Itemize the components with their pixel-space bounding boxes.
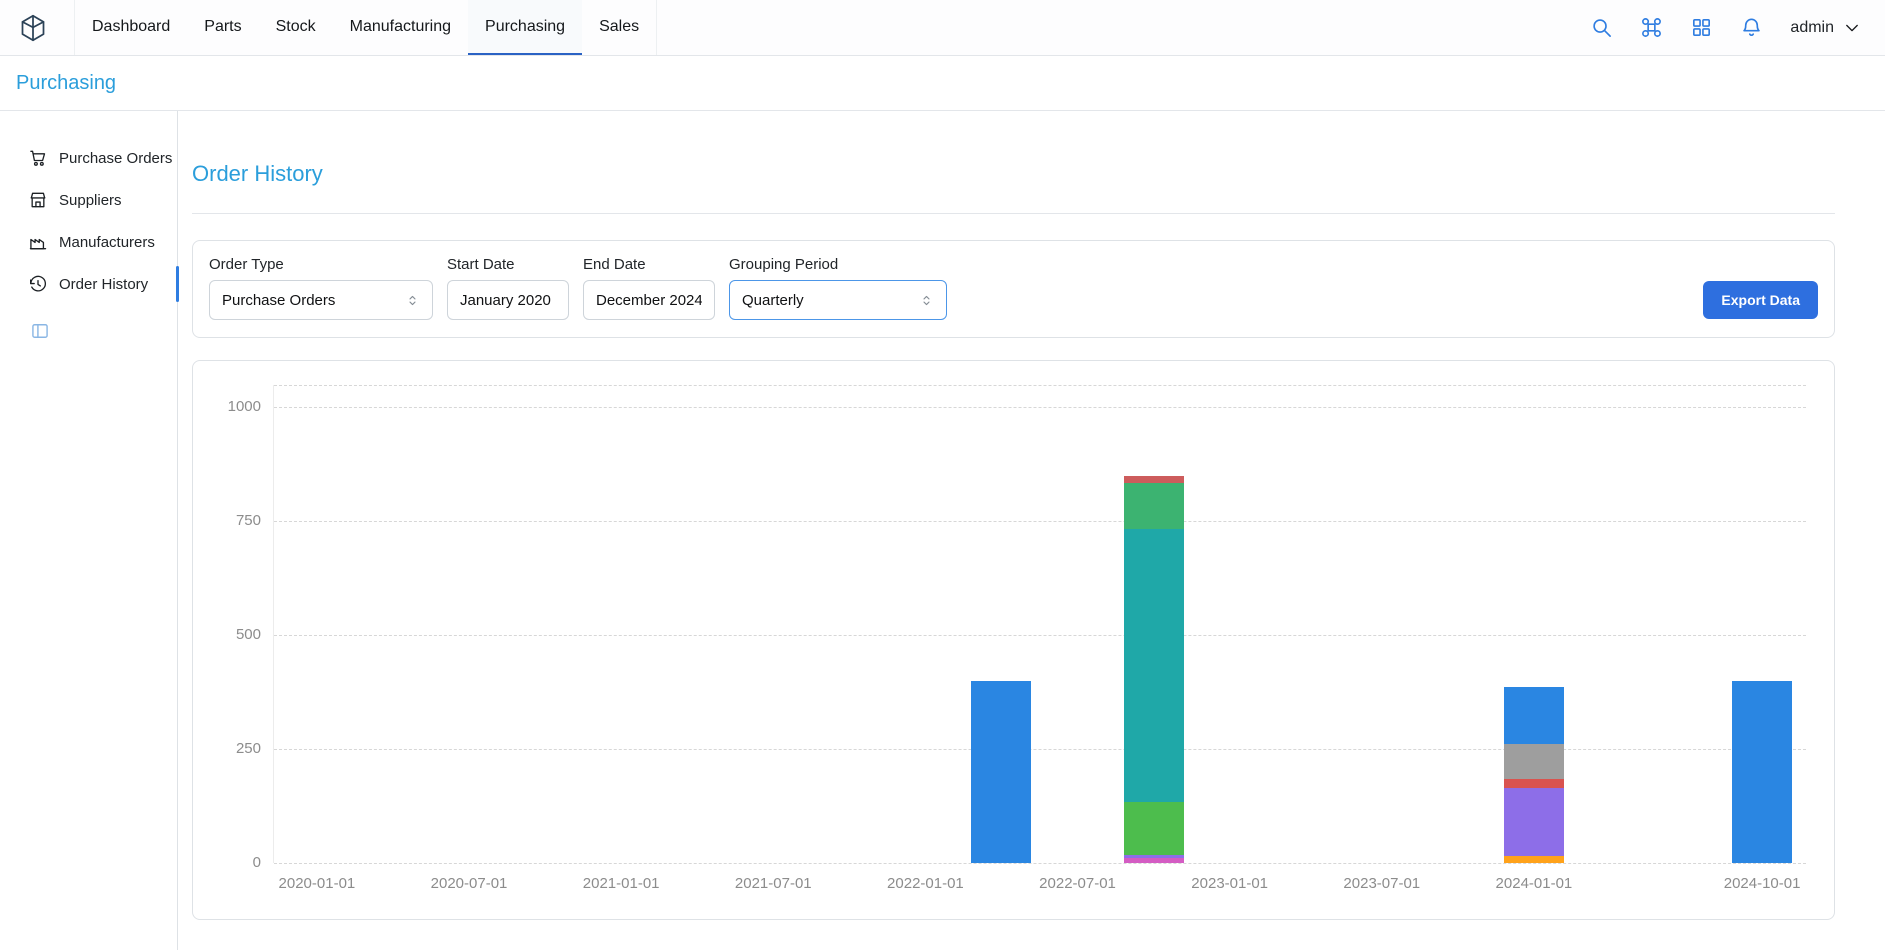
bar-segment[interactable] (1124, 858, 1184, 863)
command-palette-icon[interactable] (1640, 16, 1663, 39)
x-axis-tick-label: 2022-01-01 (887, 875, 964, 892)
sidebar-item-manufacturers[interactable]: Manufacturers (0, 221, 177, 263)
gridline (274, 863, 1806, 864)
app-logo-icon[interactable] (18, 13, 48, 43)
y-axis-tick-label: 0 (253, 854, 261, 871)
search-icon[interactable] (1590, 16, 1613, 39)
bar-segment[interactable] (1124, 483, 1184, 529)
breadcrumb: Purchasing (0, 56, 1885, 111)
chevron-down-icon (1843, 19, 1861, 37)
notifications-bell-icon[interactable] (1740, 16, 1763, 39)
x-axis-tick-label: 2023-07-01 (1343, 875, 1420, 892)
bar-2024-10-01[interactable] (1732, 385, 1792, 863)
breadcrumb-purchasing[interactable]: Purchasing (16, 72, 116, 95)
order-type-select[interactable]: Purchase Orders (209, 280, 433, 320)
bar-2022-04-01[interactable] (971, 385, 1031, 863)
top-navbar: DashboardPartsStockManufacturingPurchasi… (0, 0, 1885, 56)
x-axis-tick-label: 2024-10-01 (1724, 875, 1801, 892)
tab-sales[interactable]: Sales (582, 0, 656, 55)
y-axis-tick-label: 500 (236, 626, 261, 643)
start-date-field: Start Date (447, 256, 569, 320)
gridline (274, 521, 1806, 522)
tab-manufacturing[interactable]: Manufacturing (333, 0, 468, 55)
gridline (274, 407, 1806, 408)
bar-segment[interactable] (1504, 779, 1564, 788)
bar-2024-01-01[interactable] (1504, 385, 1564, 863)
sidebar-item-label: Purchase Orders (59, 150, 172, 167)
grouping-period-value: Quarterly (742, 292, 804, 309)
sidebar: Purchase Orders Suppliers Manufacturers Ord… (0, 111, 178, 950)
order-type-value: Purchase Orders (222, 292, 335, 309)
order-type-label: Order Type (209, 256, 433, 273)
sidebar-item-purchase-orders[interactable]: Purchase Orders (0, 137, 177, 179)
factory-icon (28, 232, 48, 252)
x-axis-tick-label: 2021-01-01 (583, 875, 660, 892)
x-axis-tick-label: 2021-07-01 (735, 875, 812, 892)
x-axis-tick-label: 2020-07-01 (431, 875, 508, 892)
export-data-button[interactable]: Export Data (1703, 281, 1818, 319)
gridline (274, 385, 1806, 386)
bar-segment[interactable] (1504, 788, 1564, 856)
barcode-scan-icon[interactable] (1690, 16, 1713, 39)
chart-plot: 025050075010002020-01-012020-07-012021-0… (273, 385, 1806, 863)
x-axis-tick-label: 2023-01-01 (1191, 875, 1268, 892)
sidebar-item-suppliers[interactable]: Suppliers (0, 179, 177, 221)
end-date-field: End Date (583, 256, 715, 320)
y-axis-tick-label: 750 (236, 512, 261, 529)
end-date-input[interactable] (583, 280, 715, 320)
tab-dashboard[interactable]: Dashboard (75, 0, 187, 55)
user-menu[interactable]: admin (1790, 19, 1861, 37)
sidebar-item-label: Manufacturers (59, 234, 155, 251)
gridline (274, 749, 1806, 750)
shopping-cart-icon (28, 148, 48, 168)
y-axis-tick-label: 250 (236, 740, 261, 757)
bar-segment[interactable] (971, 681, 1031, 863)
sidebar-items: Purchase Orders Suppliers Manufacturers Ord… (0, 137, 177, 305)
select-chevrons-icon (919, 293, 934, 308)
filter-panel: Order Type Purchase Orders Start Date En… (192, 240, 1835, 338)
bar-segment[interactable] (1504, 687, 1564, 744)
bar-segment[interactable] (1124, 529, 1184, 803)
bar-segment[interactable] (1504, 744, 1564, 778)
order-type-field: Order Type Purchase Orders (209, 256, 433, 320)
x-axis-tick-label: 2022-07-01 (1039, 875, 1116, 892)
page-layout: Purchase Orders Suppliers Manufacturers Ord… (0, 111, 1885, 950)
bar-segment[interactable] (1124, 476, 1184, 483)
history-clock-icon (28, 274, 48, 294)
sidebar-item-order-history[interactable]: Order History (0, 263, 177, 305)
x-axis-tick-label: 2024-01-01 (1496, 875, 1573, 892)
start-date-label: Start Date (447, 256, 569, 273)
storefront-icon (28, 190, 48, 210)
select-chevrons-icon (405, 293, 420, 308)
grouping-period-field: Grouping Period Quarterly (729, 256, 947, 320)
start-date-input[interactable] (447, 280, 569, 320)
main-content: Order History Order Type Purchase Orders… (178, 111, 1885, 950)
bar-2022-10-01[interactable] (1124, 385, 1184, 863)
end-date-label: End Date (583, 256, 715, 273)
collapse-sidebar-icon[interactable] (30, 321, 50, 341)
chart-card: 0 250 500 750 1000 2020-01-01 2020-07-01 2021-0… (192, 360, 1835, 920)
nav-tabs: DashboardPartsStockManufacturingPurchasi… (74, 0, 657, 55)
y-axis-tick-label: 1000 (228, 398, 261, 415)
grouping-period-select[interactable]: Quarterly (729, 280, 947, 320)
tab-stock[interactable]: Stock (259, 0, 333, 55)
section-divider (192, 213, 1835, 214)
sidebar-item-label: Suppliers (59, 192, 122, 209)
bar-segment[interactable] (1504, 856, 1564, 863)
bar-segment[interactable] (1732, 681, 1792, 863)
navbar-actions: admin (1590, 16, 1861, 39)
sidebar-item-label: Order History (59, 276, 148, 293)
bar-segment[interactable] (1124, 802, 1184, 854)
x-axis-tick-label: 2020-01-01 (279, 875, 356, 892)
page-title: Order History (192, 161, 1835, 187)
username: admin (1790, 19, 1834, 37)
bar-segment[interactable] (1124, 855, 1184, 859)
gridline (274, 635, 1806, 636)
grouping-period-label: Grouping Period (729, 256, 947, 273)
navbar-icons (1590, 16, 1763, 39)
tab-purchasing[interactable]: Purchasing (468, 0, 582, 55)
tab-parts[interactable]: Parts (187, 0, 258, 55)
